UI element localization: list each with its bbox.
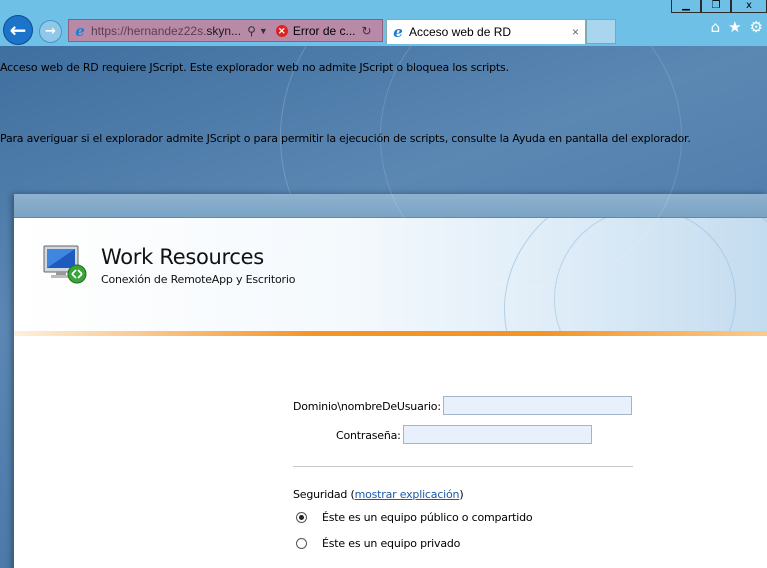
toolbar-icons: ⌂ ★ ⚙ [711, 18, 763, 36]
globe-decoration [554, 218, 736, 331]
tab-close-icon[interactable]: × [572, 25, 579, 39]
page-title: Work Resources [101, 245, 264, 269]
security-heading: Seguridad (mostrar explicación) [293, 488, 464, 501]
security-label: Seguridad ( [293, 488, 355, 501]
show-explanation-link[interactable]: mostrar explicación [355, 488, 460, 501]
error-label: Error de c... [292, 23, 356, 38]
back-button[interactable]: ← [3, 15, 33, 45]
address-bar[interactable]: e https://hernandez22s. skyn... ⚲ ▼ ✕ Err… [68, 19, 383, 42]
restore-button[interactable]: ❐ [701, 0, 731, 13]
star-icon[interactable]: ★ [728, 18, 741, 36]
home-icon[interactable]: ⌂ [711, 18, 721, 36]
window-controls: ▁ ❐ x [671, 0, 767, 13]
search-icon[interactable]: ⚲ [247, 24, 256, 38]
ie-logo-icon: e [393, 23, 403, 41]
jscript-notice: Acceso web de RD requiere JScript. Este … [0, 61, 509, 74]
radio-dot [299, 515, 304, 520]
username-input[interactable] [443, 396, 632, 415]
radio-public-computer[interactable]: Éste es un equipo público o compartido [296, 511, 533, 524]
radio-button-selected[interactable] [296, 512, 307, 523]
browser-chrome: ▁ ❐ x ← → e https://hernandez22s. skyn...… [0, 0, 767, 46]
radio-label: Éste es un equipo público o compartido [322, 511, 533, 524]
arrow-left-icon: ← [9, 18, 27, 42]
error-icon: ✕ [275, 24, 288, 37]
radio-private-computer[interactable]: Éste es un equipo privado [296, 537, 460, 550]
password-label: Contraseña: [336, 429, 401, 442]
password-input[interactable] [403, 425, 592, 444]
username-label: Dominio\nombreDeUsuario: [293, 400, 441, 413]
tab-acceso-web[interactable]: e Acceso web de RD × [386, 19, 586, 44]
page-subtitle: Conexión de RemoteApp y Escritorio [101, 273, 296, 286]
login-panel: Work Resources Conexión de RemoteApp y E… [14, 194, 767, 568]
certificate-error-indicator[interactable]: ✕ Error de c... [275, 23, 356, 38]
radio-button[interactable] [296, 538, 307, 549]
close-window-button[interactable]: x [731, 0, 767, 13]
orange-divider [14, 331, 767, 336]
ie-logo-icon: e [75, 21, 85, 40]
gear-icon[interactable]: ⚙ [750, 18, 763, 36]
url-host: skyn... [206, 23, 242, 38]
page-background: Acceso web de RD requiere JScript. Este … [0, 46, 767, 568]
jscript-help-notice: Para averiguar si el explorador admite J… [0, 132, 691, 145]
arrow-right-icon: → [45, 24, 56, 39]
remote-desktop-logo-icon [43, 245, 87, 284]
security-label-close: ) [459, 488, 464, 501]
url-prefix: https://hernandez22s. [91, 23, 207, 38]
panel-top-bar [14, 194, 767, 218]
refresh-icon[interactable]: ↻ [362, 24, 372, 38]
forward-button[interactable]: → [39, 20, 62, 43]
minimize-button[interactable]: ▁ [671, 0, 701, 13]
radio-label: Éste es un equipo privado [322, 537, 461, 550]
dropdown-icon[interactable]: ▼ [259, 26, 268, 36]
form-separator [293, 466, 633, 467]
header-banner: Work Resources Conexión de RemoteApp y E… [14, 218, 767, 331]
tab-title: Acceso web de RD [409, 25, 512, 39]
new-tab-button[interactable] [586, 19, 616, 44]
